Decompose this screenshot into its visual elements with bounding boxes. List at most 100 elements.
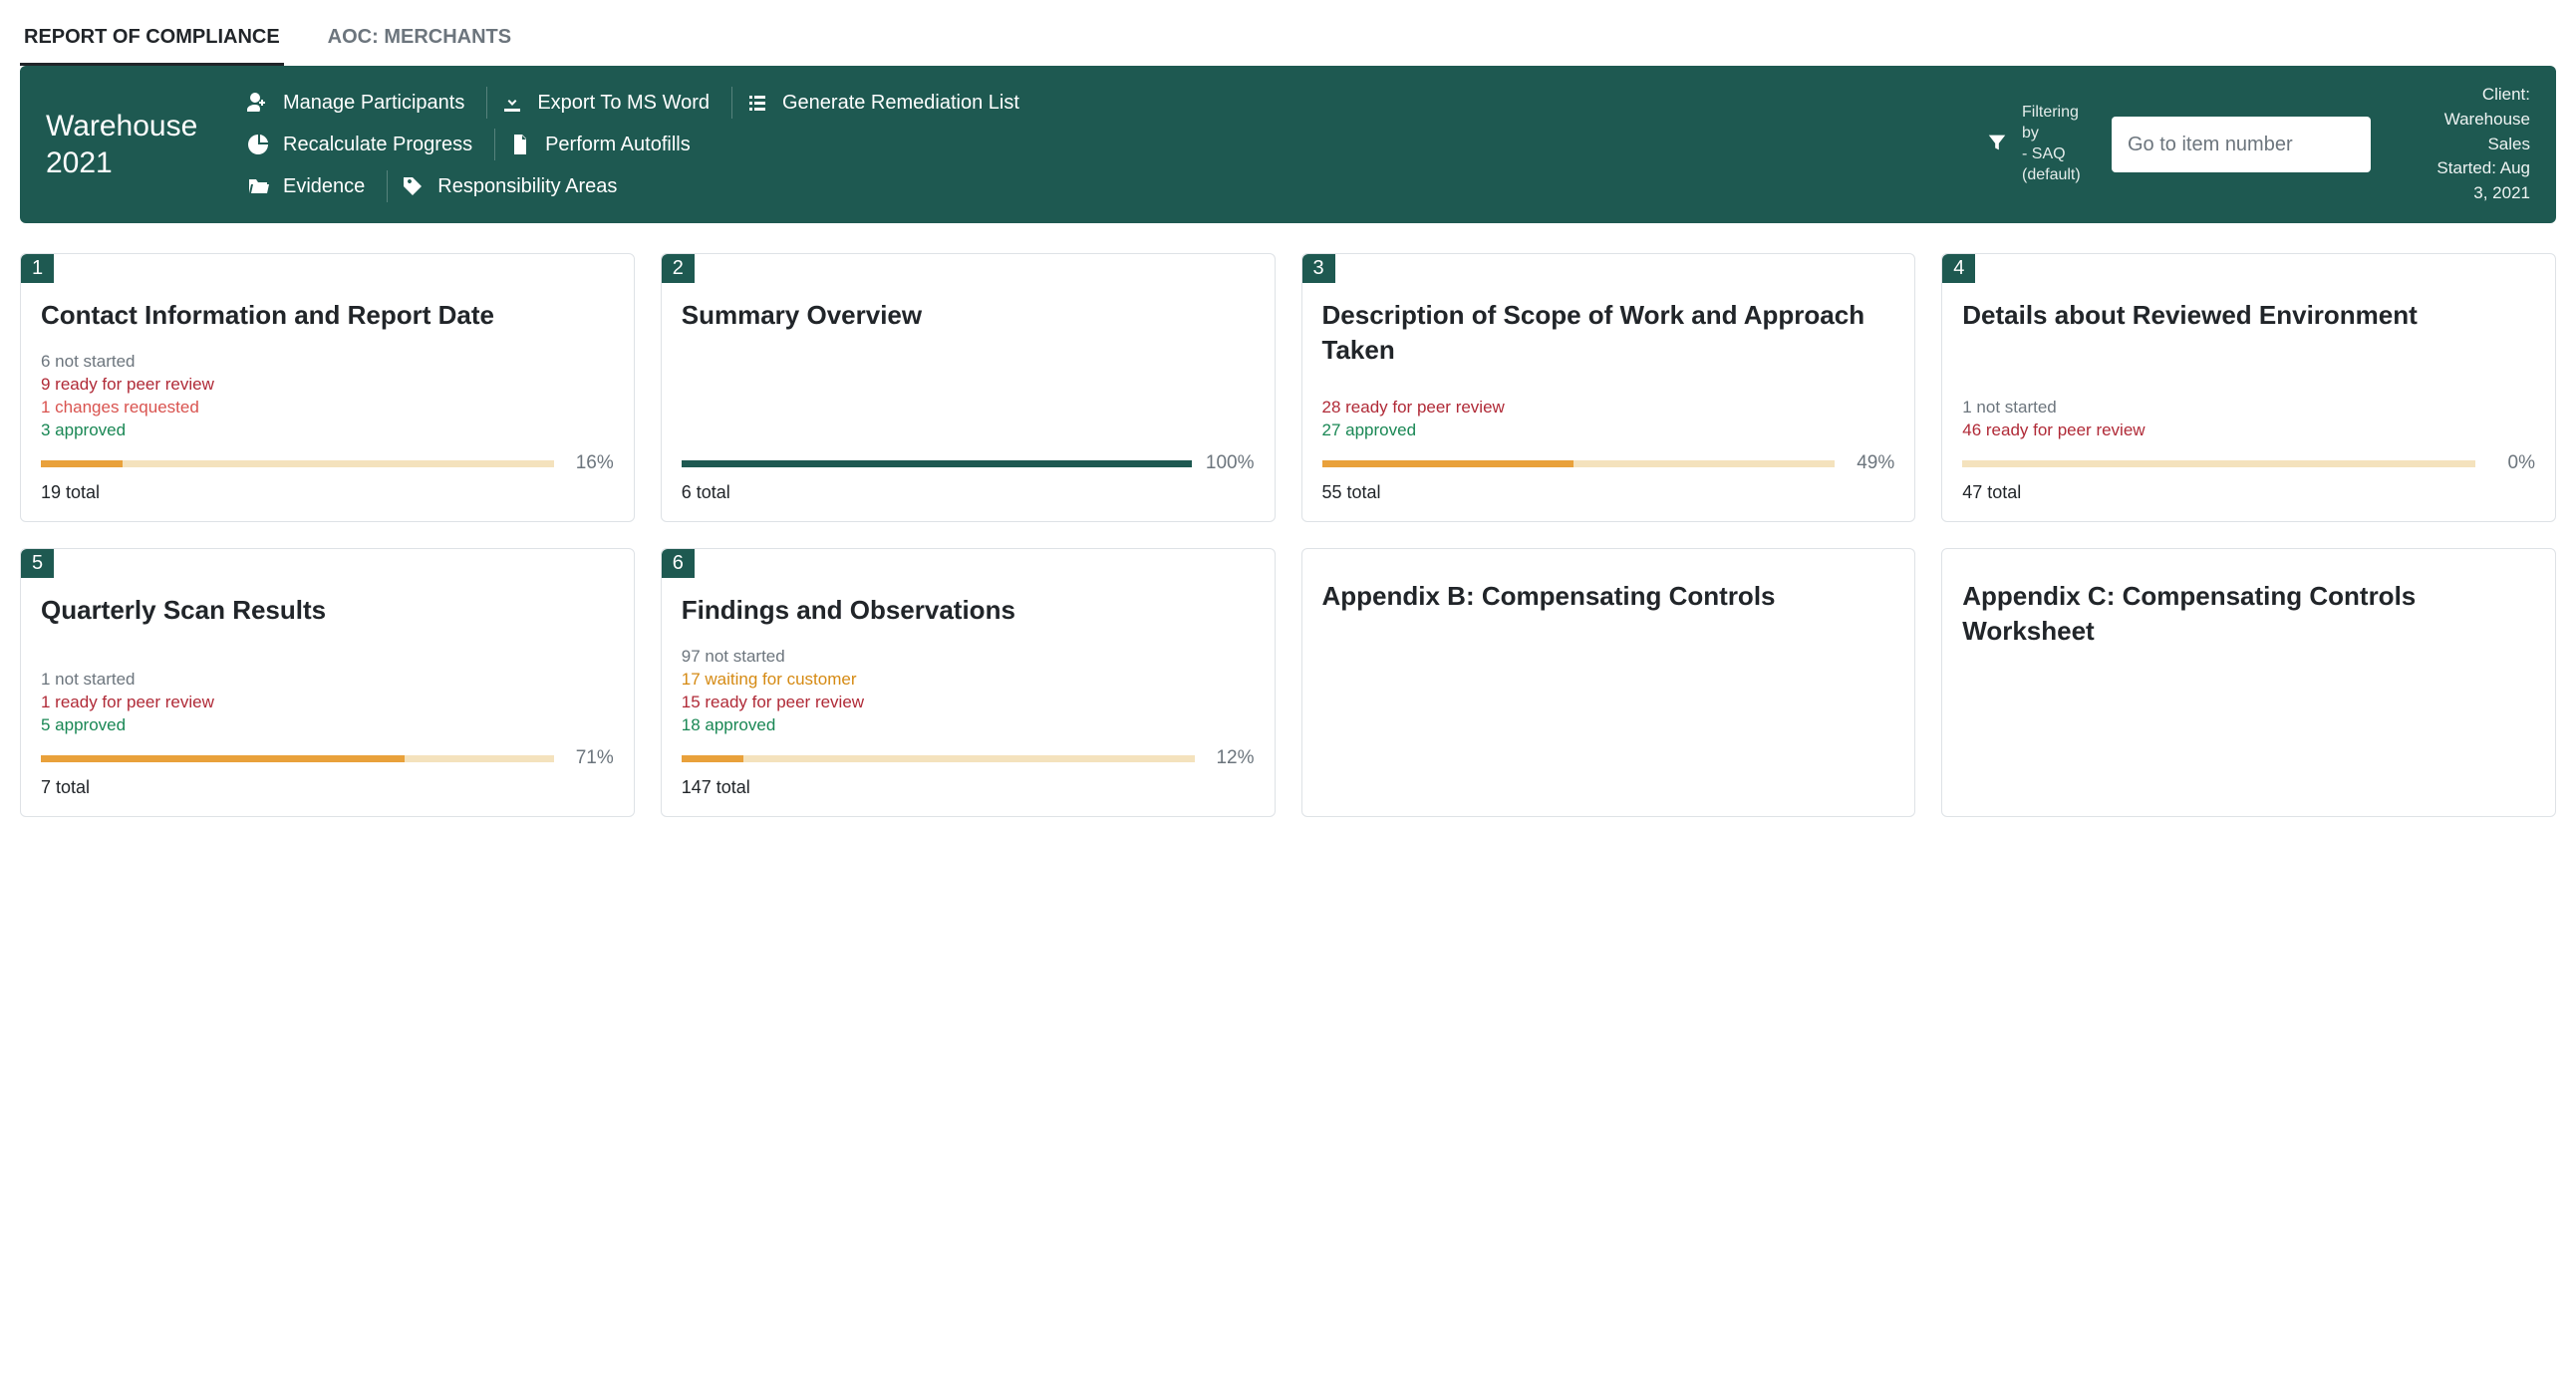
section-card-appendix-b[interactable]: Appendix B: Compensating Controls [1301,548,1916,817]
card-number: 1 [21,254,54,283]
action-label: Responsibility Areas [437,175,617,198]
progress-bar [682,755,1195,762]
client-info: Client: Warehouse Sales Started: Aug 3, … [2391,83,2530,205]
status-changes-requested: 1 changes requested [41,397,614,419]
card-total: 6 total [682,482,1255,503]
card-title: Description of Scope of Work and Approac… [1322,298,1895,368]
export-word-button[interactable]: Export To MS Word [489,82,729,124]
section-card-appendix-c[interactable]: Appendix C: Compensating Controls Worksh… [1941,548,2556,817]
progress-row: 0% [1962,452,2535,474]
card-title: Details about Reviewed Environment [1962,298,2535,333]
progress-bar [1322,460,1836,467]
toolbar-banner: Warehouse 2021 Manage Participants Expor… [20,66,2556,223]
progress-percent: 71% [568,747,614,769]
progress-percent: 100% [1206,452,1255,474]
status-not-started: 97 not started [682,646,1255,669]
progress-fill [41,460,123,467]
file-icon [507,132,533,157]
status-waiting-customer: 17 waiting for customer [682,669,1255,692]
progress-row: 49% [1322,452,1895,474]
progress-bar [1962,460,2475,467]
card-number: 5 [21,549,54,578]
status-not-started: 1 not started [41,669,614,692]
progress-fill [41,755,405,762]
card-status-block: 28 ready for peer review 27 approved [1322,397,1895,442]
progress-percent: 49% [1849,452,1894,474]
status-approved: 18 approved [682,714,1255,737]
card-title: Appendix B: Compensating Controls [1322,579,1895,614]
section-card-4[interactable]: 4 Details about Reviewed Environment 1 n… [1941,253,2556,522]
tabs: REPORT OF COMPLIANCE AOC: MERCHANTS [20,10,2556,66]
status-approved: 3 approved [41,419,614,442]
filter-text: Filtering by - SAQ (default) [2022,103,2092,185]
separator [494,129,495,160]
action-label: Evidence [283,175,365,198]
section-cards-grid: 1 Contact Information and Report Date 6 … [20,253,2556,817]
card-total: 147 total [682,777,1255,798]
action-label: Manage Participants [283,92,464,115]
status-peer-review: 9 ready for peer review [41,374,614,397]
progress-row: 71% [41,747,614,769]
card-title: Findings and Observations [682,593,1255,628]
card-title: Contact Information and Report Date [41,298,614,333]
card-title: Summary Overview [682,298,1255,333]
funnel-icon [1986,132,2008,158]
status-not-started: 1 not started [1962,397,2535,419]
action-label: Generate Remediation List [782,92,1019,115]
action-label: Perform Autofills [545,134,691,156]
filter-block[interactable]: Filtering by - SAQ (default) [1986,103,2092,185]
progress-row: 100% [682,452,1255,474]
card-status-block: 97 not started 17 waiting for customer 1… [682,646,1255,737]
card-title: Appendix C: Compensating Controls Worksh… [1962,579,2535,649]
status-approved: 27 approved [1322,419,1895,442]
card-status-block: 6 not started 9 ready for peer review 1 … [41,351,614,442]
manage-participants-button[interactable]: Manage Participants [235,82,484,124]
progress-bar [682,460,1192,467]
perform-autofills-button[interactable]: Perform Autofills [497,124,711,165]
progress-bar [41,755,554,762]
tab-report-of-compliance[interactable]: REPORT OF COMPLIANCE [20,16,284,66]
card-number: 2 [662,254,695,283]
status-not-started: 6 not started [41,351,614,374]
toolbar-actions: Manage Participants Export To MS Word Ge… [235,82,1966,207]
progress-percent: 12% [1209,747,1255,769]
section-card-2[interactable]: 2 Summary Overview 100% 6 total [661,253,1276,522]
card-number: 4 [1942,254,1975,283]
progress-percent: 0% [2489,452,2535,474]
tab-aoc-merchants[interactable]: AOC: MERCHANTS [324,16,515,66]
project-title: Warehouse 2021 [46,108,215,182]
status-peer-review: 46 ready for peer review [1962,419,2535,442]
card-title: Quarterly Scan Results [41,593,614,628]
action-label: Export To MS Word [537,92,710,115]
progress-fill [682,755,743,762]
section-card-3[interactable]: 3 Description of Scope of Work and Appro… [1301,253,1916,522]
folder-open-icon [245,173,271,199]
card-status-block: 1 not started 46 ready for peer review [1962,397,2535,442]
progress-percent: 16% [568,452,614,474]
recalculate-progress-button[interactable]: Recalculate Progress [235,124,492,165]
separator [387,170,388,202]
section-card-5[interactable]: 5 Quarterly Scan Results 1 not started 1… [20,548,635,817]
card-number: 3 [1302,254,1335,283]
card-status-block: 1 not started 1 ready for peer review 5 … [41,669,614,737]
status-peer-review: 28 ready for peer review [1322,397,1895,419]
pie-chart-icon [245,132,271,157]
section-card-1[interactable]: 1 Contact Information and Report Date 6 … [20,253,635,522]
tag-icon [400,173,426,199]
progress-row: 12% [682,747,1255,769]
action-label: Recalculate Progress [283,134,472,156]
card-total: 7 total [41,777,614,798]
separator [486,87,487,119]
section-card-6[interactable]: 6 Findings and Observations 97 not start… [661,548,1276,817]
goto-item-input[interactable] [2112,117,2371,172]
evidence-button[interactable]: Evidence [235,165,385,207]
separator [731,87,732,119]
card-total: 47 total [1962,482,2535,503]
progress-bar [41,460,554,467]
progress-fill [1322,460,1574,467]
generate-remediation-button[interactable]: Generate Remediation List [734,82,1039,124]
responsibility-areas-button[interactable]: Responsibility Areas [390,165,637,207]
progress-row: 16% [41,452,614,474]
card-number: 6 [662,549,695,578]
list-icon [744,90,770,116]
